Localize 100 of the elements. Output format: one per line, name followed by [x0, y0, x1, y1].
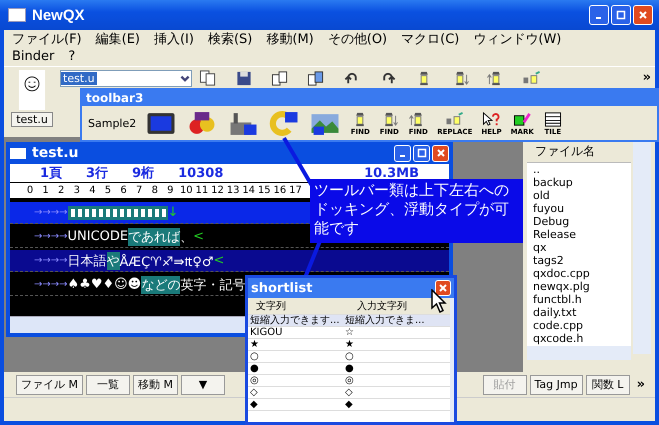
- maximize-button[interactable]: [611, 5, 631, 25]
- table-cell-text: ◇: [249, 387, 259, 398]
- file-item[interactable]: qxdoc.cpp: [533, 267, 631, 280]
- vertical-scrollbar[interactable]: [633, 141, 651, 354]
- ruler-number: 9: [166, 185, 175, 196]
- menu-item[interactable]: ファイル(F): [12, 31, 82, 48]
- code-text: であれば: [128, 228, 180, 246]
- table-cell-text: ●: [249, 363, 260, 374]
- file-item[interactable]: daily.txt: [533, 306, 631, 319]
- file-item[interactable]: ..: [533, 163, 631, 176]
- menu-item[interactable]: Binder: [12, 48, 54, 65]
- minimize-button[interactable]: [589, 5, 609, 25]
- list-row[interactable]: ● ●: [248, 363, 450, 375]
- file-item[interactable]: qx: [533, 241, 631, 254]
- close-button[interactable]: [432, 144, 449, 162]
- toolbar-button[interactable]: 関数 L: [586, 374, 630, 394]
- file-item[interactable]: backup: [533, 176, 631, 189]
- close-icon[interactable]: [438, 283, 448, 293]
- window-title: test.u: [32, 145, 80, 161]
- document-tab[interactable]: test.u: [11, 112, 53, 127]
- ruler-number: 8: [150, 185, 159, 196]
- menu-item[interactable]: 検索(S): [208, 31, 252, 48]
- file-item[interactable]: fuyou: [533, 202, 631, 215]
- table-cell-text: KIGOU: [249, 327, 284, 338]
- file-item[interactable]: functbl.h: [533, 293, 631, 306]
- smiley-icon[interactable]: [17, 70, 47, 110]
- pages-icon[interactable]: [306, 70, 326, 87]
- column-header[interactable]: 入力文字列: [349, 298, 450, 314]
- vertical-scrollbar[interactable]: [450, 298, 454, 422]
- ruler-number: 2: [57, 185, 66, 196]
- close-icon[interactable]: [436, 148, 446, 158]
- list-row[interactable]: KIGOU ☆: [248, 327, 450, 339]
- tab-arrows: →→→→: [34, 231, 68, 242]
- toolbar-button[interactable]: ファイル M: [16, 374, 83, 394]
- toolbar-button[interactable]: 一覧: [86, 374, 130, 394]
- file-item[interactable]: Debug: [533, 215, 631, 228]
- toolbar-button[interactable]: 移動 M: [133, 374, 178, 394]
- list-row[interactable]: ◎ ◎: [248, 375, 450, 387]
- table-cell-text: ☆: [344, 327, 355, 338]
- ruler-number: 6: [119, 185, 128, 196]
- status-text: 9桁: [132, 165, 154, 182]
- file-combo[interactable]: test.u: [60, 70, 192, 87]
- menu-item[interactable]: ?: [68, 48, 76, 65]
- file-item[interactable]: old: [533, 189, 631, 202]
- horizontal-scrollbar[interactable]: [527, 346, 631, 360]
- menu-item[interactable]: その他(O): [328, 31, 388, 48]
- minimize-button[interactable]: [394, 144, 411, 162]
- table-cell-text: ◇: [344, 387, 354, 398]
- list-row[interactable]: ◇ ◇: [248, 387, 450, 399]
- ruler-number: 5: [104, 185, 112, 196]
- table-cell-text: ◆: [249, 399, 259, 410]
- toolbar-button[interactable]: ▼: [181, 374, 225, 394]
- pages-icon[interactable]: [270, 70, 290, 87]
- tab-arrows: →→→→: [34, 255, 68, 266]
- file-item[interactable]: code.cpp: [533, 319, 631, 332]
- close-icon[interactable]: [638, 10, 648, 20]
- column-header[interactable]: 文字列: [248, 298, 349, 314]
- file-item[interactable]: Release: [533, 228, 631, 241]
- list-row[interactable]: 短縮入力できます... 短縮入力できま...: [248, 315, 450, 327]
- file-item[interactable]: newqx.plg: [533, 280, 631, 293]
- table-cell-text: ○: [344, 351, 355, 362]
- file-item[interactable]: tags2: [533, 254, 631, 267]
- table-cell-text: ●: [344, 363, 355, 374]
- pointer-icon: [431, 289, 447, 313]
- table-cell-text: ◆: [344, 399, 354, 410]
- list-row[interactable]: ◆ ◆: [248, 399, 450, 411]
- menu-item[interactable]: 移動(M): [266, 31, 314, 48]
- file-item[interactable]: qxcode.h: [533, 332, 631, 345]
- status-text: 10.3MB: [364, 166, 419, 180]
- list-row[interactable]: ○ ○: [248, 351, 450, 363]
- close-button[interactable]: [435, 280, 451, 296]
- ruler-number: 0: [26, 185, 34, 196]
- marker-icon[interactable]: [512, 110, 532, 128]
- ruler-number: 12: [211, 185, 224, 196]
- maximize-icon[interactable]: [416, 148, 426, 158]
- help-icon[interactable]: [481, 110, 502, 128]
- column-header[interactable]: ファイル名: [527, 142, 595, 160]
- list-row[interactable]: ★ ★: [248, 339, 450, 351]
- overflow-button[interactable]: »: [638, 70, 655, 85]
- toolbar-button[interactable]: Tag Jmp: [530, 374, 583, 394]
- ruler-number: 4: [88, 185, 97, 196]
- callout-text: ツールバー類は上下左右へのドッキング、浮動タイプが可能です: [310, 179, 523, 243]
- tile-icon[interactable]: [542, 110, 563, 128]
- table-cell-text: ★: [249, 339, 260, 350]
- ruler-number: 14: [242, 185, 254, 196]
- ruler-number: 11: [196, 185, 208, 196]
- menu-item[interactable]: マクロ(C): [401, 31, 460, 48]
- letter-c-icon[interactable]: [268, 110, 300, 136]
- menu-item[interactable]: 編集(E): [96, 31, 140, 48]
- menu-item[interactable]: ウィンドウ(W): [473, 31, 562, 48]
- toolbar-label: Sample2: [88, 116, 136, 130]
- documents-icon[interactable]: [198, 70, 218, 87]
- code-text: 英字・記号: [180, 276, 246, 294]
- overflow-button[interactable]: »: [632, 377, 649, 392]
- ruler-number: 17: [289, 185, 302, 196]
- maximize-icon[interactable]: [616, 10, 626, 20]
- maximize-button[interactable]: [413, 144, 430, 162]
- menu-item[interactable]: 挿入(I): [154, 31, 194, 48]
- code-text: や: [106, 252, 120, 270]
- lantern-swap-icon[interactable]: [444, 110, 465, 128]
